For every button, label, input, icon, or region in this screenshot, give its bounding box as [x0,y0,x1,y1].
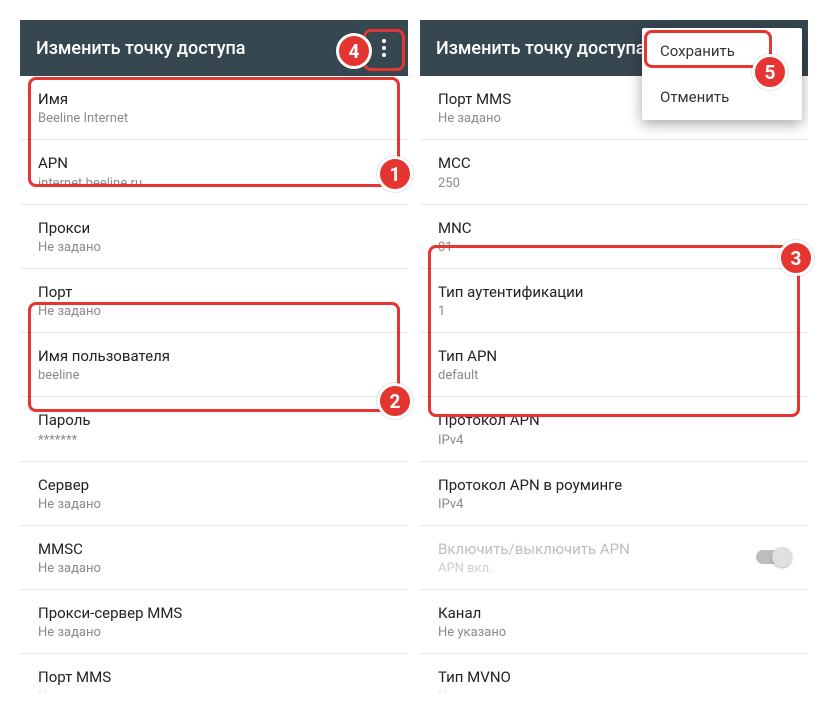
row-value: IPv4 [438,497,790,512]
badge-5: 5 [752,54,788,90]
badge-4: 4 [336,33,372,69]
row-value: Не задано [38,690,390,693]
row-proxy[interactable]: Прокси Не задано [20,205,408,269]
row-value: Не задано [38,240,390,255]
badge-3: 3 [778,240,814,276]
row-value: default [438,368,790,383]
row-label: Сервер [38,475,390,495]
row-mnc[interactable]: MNC 01 [420,205,808,269]
row-mmsc[interactable]: MMSC Не задано [20,526,408,590]
row-value: Не задано [38,304,390,319]
row-name[interactable]: Имя Beeline Internet [20,76,408,140]
row-label: Прокси [38,218,390,238]
row-bearer[interactable]: Канал Не указано [420,590,808,654]
settings-list-left: Имя Beeline Internet APN internet.beelin… [20,76,408,692]
topbar-title: Изменить точку доступа [36,38,246,59]
row-mms-proxy[interactable]: Прокси-сервер MMS Не задано [20,590,408,654]
row-value: 01 [438,240,790,255]
row-apn[interactable]: APN internet.beeline.ru [20,140,408,204]
row-apn-protocol[interactable]: Протокол APN IPv4 [420,397,808,461]
row-label: MCC [438,153,790,173]
row-label: Имя пользователя [38,346,390,366]
row-username[interactable]: Имя пользователя beeline [20,333,408,397]
row-mvno-type[interactable]: Тип MVNO Нет [420,654,808,692]
row-label: MMSC [38,539,390,559]
row-value: APN вкл. [438,561,630,576]
row-value: 1 [438,304,790,319]
row-apn-enable: Включить/выключить APN APN вкл. [420,526,808,590]
toggle-switch[interactable] [756,550,790,564]
row-label: Порт MMS [38,667,390,687]
row-value: ******* [38,433,390,448]
row-mms-port[interactable]: Порт MMS Не задано [20,654,408,692]
row-value: Не задано [38,561,390,576]
row-label: Прокси-сервер MMS [38,603,390,623]
row-mcc[interactable]: MCC 250 [420,140,808,204]
row-value: Beeline Internet [38,111,390,126]
badge-2: 2 [377,383,413,419]
row-value: Не задано [38,497,390,512]
row-password[interactable]: Пароль ******* [20,397,408,461]
row-label: Пароль [38,410,390,430]
row-label: MNC [438,218,790,238]
row-label: Тип MVNO [438,667,790,687]
row-label: Включить/выключить APN [438,539,630,559]
row-value: IPv4 [438,433,790,448]
row-label: Протокол APN [438,410,790,430]
row-value: Не задано [38,625,390,640]
row-value: Не указано [438,625,790,640]
row-value: 250 [438,176,790,191]
row-value: beeline [38,368,390,383]
row-apn-type[interactable]: Тип APN default [420,333,808,397]
row-label: Порт [38,282,390,302]
more-vert-icon [382,39,386,57]
phone-right: Изменить точку доступа Порт MMS Не задан… [420,20,808,692]
row-label: Протокол APN в роуминге [438,475,790,495]
row-value: Нет [438,690,790,693]
row-label: Тип APN [438,346,790,366]
row-label: Тип аутентификации [438,282,790,302]
row-label: APN [38,153,390,173]
phone-left: Изменить точку доступа Имя Beeline Inter… [20,20,408,692]
topbar-title: Изменить точку доступа [436,38,646,59]
settings-list-right: Порт MMS Не задано MCC 250 MNC 01 Тип ау… [420,76,808,692]
row-server[interactable]: Сервер Не задано [20,462,408,526]
row-apn-roaming-protocol[interactable]: Протокол APN в роуминге IPv4 [420,462,808,526]
row-label: Имя [38,89,390,109]
row-value: internet.beeline.ru [38,176,390,191]
row-port[interactable]: Порт Не задано [20,269,408,333]
row-label: Канал [438,603,790,623]
badge-1: 1 [377,156,413,192]
row-auth-type[interactable]: Тип аутентификации 1 [420,269,808,333]
